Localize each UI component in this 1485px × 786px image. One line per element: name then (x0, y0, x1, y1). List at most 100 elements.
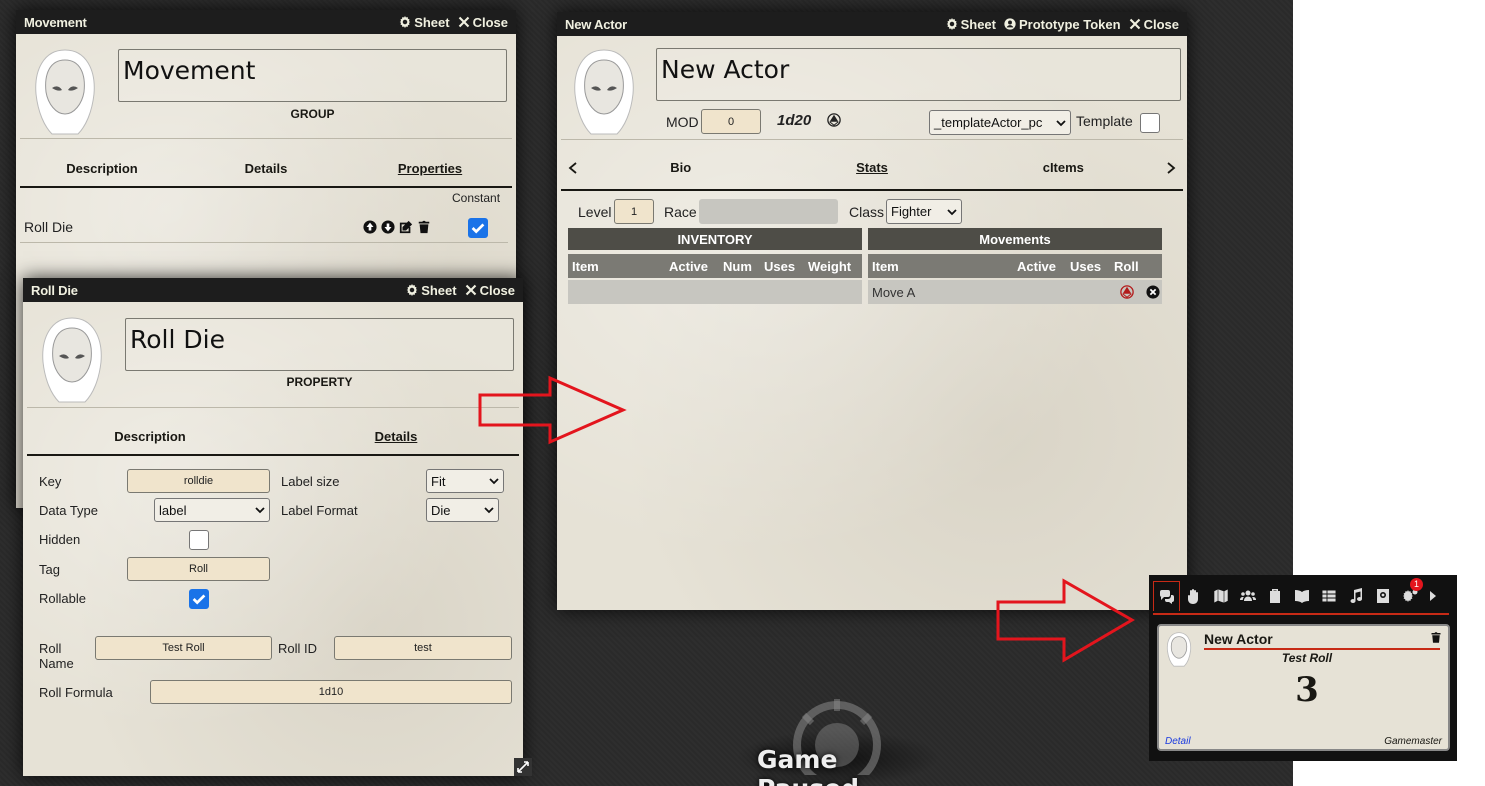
roll-id-label: Roll ID (278, 641, 318, 656)
tab-scenes[interactable] (1207, 581, 1234, 611)
tab-tables[interactable] (1315, 581, 1342, 611)
close-button[interactable]: Close (1129, 17, 1179, 32)
label-format-select[interactable]: Die (426, 498, 499, 522)
chevron-down-icon (489, 478, 499, 485)
profile-image[interactable] (30, 46, 100, 136)
close-label: Close (479, 282, 515, 298)
chevron-right-icon[interactable] (1159, 160, 1183, 176)
window-header[interactable]: Movement Sheet Close (16, 10, 516, 34)
close-button[interactable]: Close (465, 283, 515, 298)
move-up-icon[interactable] (363, 220, 377, 234)
movements-header-row: Item Active Uses Roll (868, 254, 1162, 278)
tag-input[interactable]: Roll (127, 557, 270, 581)
item-name-input[interactable]: Roll Die (125, 318, 514, 371)
roll-id-input[interactable]: test (334, 636, 512, 660)
chevron-left-icon[interactable] (561, 160, 585, 176)
sheet-button[interactable]: Sheet (399, 15, 450, 30)
property-row-actions (363, 220, 431, 234)
tab-actors[interactable] (1234, 581, 1261, 611)
property-row-label[interactable]: Roll Die (24, 219, 73, 235)
sheet-label: Sheet (421, 282, 457, 298)
tab-items[interactable] (1261, 581, 1288, 611)
label-size-select[interactable]: Fit (426, 469, 504, 493)
label-format-value: Die (431, 502, 451, 518)
close-button[interactable]: Close (458, 15, 508, 30)
constant-checkbox[interactable] (468, 218, 488, 238)
tab-collapse[interactable] (1423, 581, 1443, 611)
delete-message-icon[interactable] (1430, 631, 1442, 644)
window-header[interactable]: New Actor Sheet Prototype Token Close (557, 12, 1187, 36)
item-type-label: PROPERTY (286, 375, 353, 389)
table-row[interactable]: Move A (868, 280, 1162, 304)
tab-settings[interactable]: 1 (1396, 578, 1423, 611)
music-icon (1350, 588, 1362, 604)
close-label: Close (472, 14, 508, 30)
inventory-col-item: Item (572, 258, 599, 274)
chevron-down-icon (1056, 119, 1066, 126)
roll-result[interactable]: 3 (1204, 670, 1410, 710)
actor-portrait[interactable] (569, 46, 639, 136)
label-size-value: Fit (431, 473, 446, 489)
profile-image[interactable] (37, 314, 107, 404)
roll-name-input[interactable]: Test Roll (95, 636, 272, 660)
trash-icon[interactable] (417, 220, 431, 234)
mod-input[interactable]: 0 (701, 109, 761, 134)
tab-combat[interactable] (1180, 581, 1207, 611)
pause-text: Game Paused (757, 745, 859, 786)
key-input[interactable]: rolldie (127, 469, 270, 493)
chevron-down-icon (947, 208, 957, 215)
data-type-select[interactable]: label (154, 498, 270, 522)
prototype-token-button[interactable]: Prototype Token (1004, 17, 1121, 32)
template-select[interactable]: _templateActor_pc (929, 110, 1071, 135)
class-select-value: Fighter (891, 204, 932, 219)
race-input[interactable] (699, 199, 838, 224)
tab-bio[interactable]: Bio (585, 160, 776, 175)
remove-icon[interactable] (1146, 285, 1160, 299)
resize-handle[interactable] (514, 758, 532, 776)
rollable-checkbox[interactable] (189, 589, 209, 609)
tab-citems[interactable]: cItems (968, 160, 1159, 175)
movements-col-roll: Roll (1114, 258, 1139, 274)
gear-icon (946, 18, 957, 30)
inventory-col-active: Active (669, 258, 709, 274)
pause-indicator: Game Paused (735, 699, 940, 786)
tab-details[interactable]: Details (184, 161, 348, 176)
inventory-col-num: Num (723, 258, 752, 274)
d20-roll-icon[interactable] (1120, 285, 1134, 299)
item-name-input[interactable]: Movement (118, 49, 507, 102)
roll-formula-input[interactable]: 1d10 (150, 680, 512, 704)
item-type-label: GROUP (290, 107, 335, 121)
detail-link[interactable]: Detail (1165, 736, 1191, 747)
tab-chat[interactable] (1153, 581, 1180, 611)
tab-journal[interactable] (1288, 581, 1315, 611)
tab-compendium[interactable] (1369, 581, 1396, 611)
user-circle-icon (1004, 18, 1016, 30)
message-speaker: New Actor (1204, 631, 1440, 650)
tab-properties[interactable]: Properties (348, 161, 512, 176)
data-type-value: label (159, 502, 187, 518)
table-icon (1321, 589, 1336, 603)
caret-right-icon (1430, 591, 1436, 601)
level-input[interactable]: 1 (614, 199, 654, 224)
tab-bar: Description Details (27, 418, 519, 456)
tab-description[interactable]: Description (20, 161, 184, 176)
class-select[interactable]: Fighter (886, 199, 962, 224)
message-author: Gamemaster (1384, 736, 1442, 747)
close-icon (458, 16, 469, 28)
window-header[interactable]: Roll Die Sheet Close (23, 278, 523, 302)
tab-description[interactable]: Description (27, 429, 273, 444)
sheet-button[interactable]: Sheet (946, 17, 996, 32)
hidden-checkbox[interactable] (189, 530, 209, 550)
edit-icon[interactable] (399, 220, 413, 234)
movements-col-uses: Uses (1070, 258, 1102, 274)
tab-stats[interactable]: Stats (776, 160, 967, 175)
movement-item-name[interactable]: Move A (872, 285, 915, 300)
move-down-icon[interactable] (381, 220, 395, 234)
actor-name-input[interactable]: New Actor (656, 48, 1181, 101)
hand-icon (1187, 589, 1198, 604)
chat-sidebar: 1 New Actor Test Roll 3 Detail Gamemaste… (1149, 575, 1457, 761)
sheet-button[interactable]: Sheet (406, 282, 457, 298)
d20-roll-icon[interactable] (827, 113, 841, 127)
tab-playlists[interactable] (1342, 581, 1369, 611)
template-checkbox[interactable] (1140, 113, 1160, 133)
